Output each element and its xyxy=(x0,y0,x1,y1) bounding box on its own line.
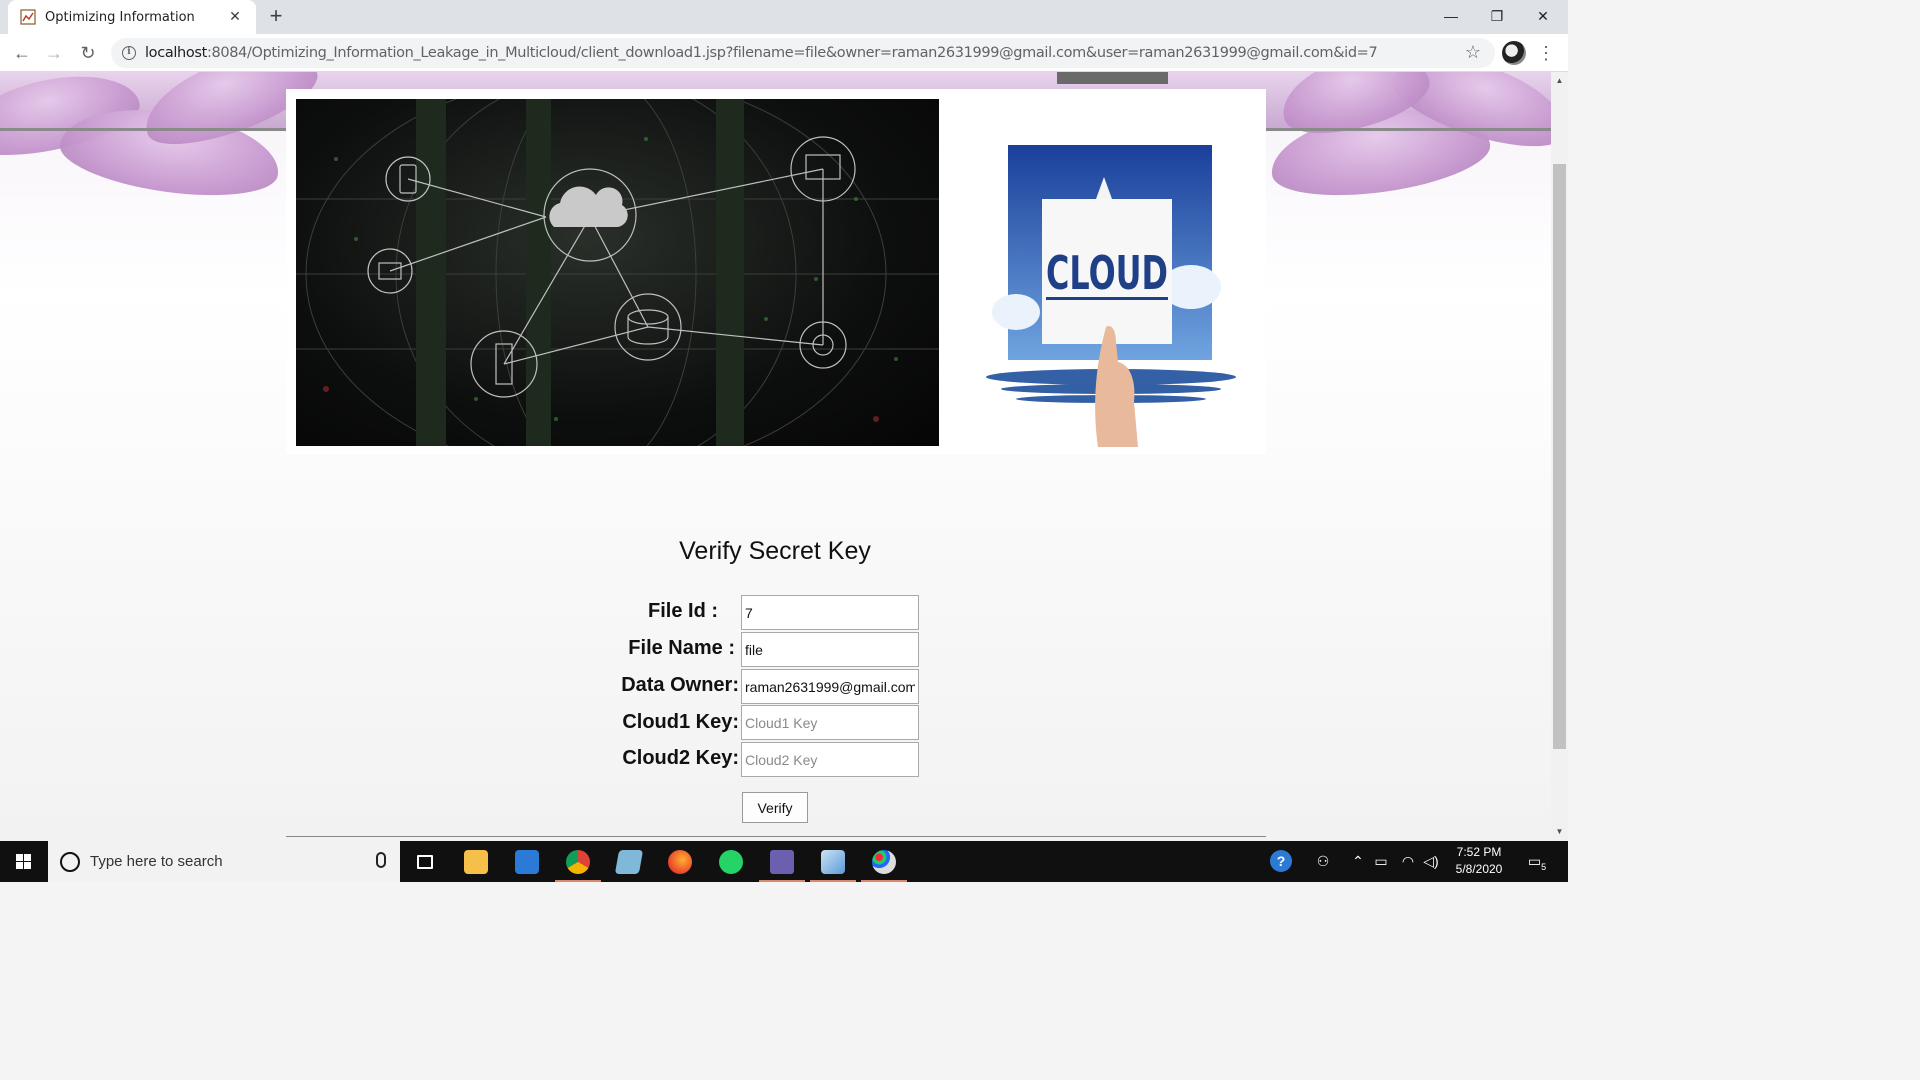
file-name-field[interactable] xyxy=(741,632,919,667)
cloud-sign-text: CLOUD xyxy=(1046,246,1168,300)
cloud-sign-illustration: CLOUD xyxy=(986,145,1236,447)
microphone-icon[interactable] xyxy=(376,852,386,868)
site-favicon-icon xyxy=(20,9,36,25)
help-icon[interactable]: ? xyxy=(1267,841,1295,882)
scroll-up-arrow-icon[interactable]: ▲ xyxy=(1551,74,1568,88)
data-owner-label: Data Owner: xyxy=(621,674,739,696)
notification-icon: ▭ xyxy=(1527,853,1542,869)
taskbar-search-box[interactable]: Type here to search xyxy=(48,841,400,882)
profile-avatar[interactable] xyxy=(1502,41,1526,65)
data-owner-field[interactable] xyxy=(741,669,919,704)
footer-divider xyxy=(286,836,1266,837)
action-center-button[interactable]: ▭5 xyxy=(1522,841,1552,882)
package-app-button[interactable] xyxy=(808,841,858,882)
verify-button[interactable]: Verify xyxy=(742,792,808,823)
banner: CLOUD xyxy=(286,89,1266,454)
cloud2-key-label: Cloud2 Key: xyxy=(622,747,739,769)
file-name-label: File Name : xyxy=(628,637,735,659)
windows-taskbar: Type here to search ? ⚇ ⌃ ▭ ◠ ◁) 7:52 PM… xyxy=(0,841,1568,882)
mail-icon xyxy=(515,849,539,874)
netbeans-icon xyxy=(770,849,794,874)
firefox-button[interactable] xyxy=(655,841,705,882)
new-tab-button[interactable]: + xyxy=(264,5,288,29)
cortana-icon xyxy=(60,852,80,872)
paint-button[interactable] xyxy=(859,841,909,882)
clock-date: 5/8/2020 xyxy=(1455,862,1503,876)
nav-tab-strip xyxy=(1057,72,1168,84)
task-view-icon xyxy=(417,854,433,869)
site-info-icon[interactable]: i xyxy=(122,46,136,60)
clock-time: 7:52 PM xyxy=(1456,845,1502,859)
task-view-button[interactable] xyxy=(400,841,450,882)
whatsapp-icon xyxy=(719,849,743,874)
close-window-button[interactable]: ✕ xyxy=(1520,0,1566,34)
bookmark-star-icon[interactable]: ☆ xyxy=(1465,42,1481,63)
minimize-button[interactable]: — xyxy=(1428,0,1474,34)
mail-button[interactable] xyxy=(502,841,552,882)
file-id-field[interactable] xyxy=(741,595,919,630)
browser-menu-icon[interactable]: ⋮ xyxy=(1537,41,1555,65)
chrome-button[interactable] xyxy=(553,841,603,882)
folder-icon xyxy=(464,849,488,874)
url-text[interactable]: localhost:8084/Optimizing_Information_Le… xyxy=(145,45,1378,61)
people-icon[interactable]: ⚇ xyxy=(1310,841,1336,882)
tab-title: Optimizing Information xyxy=(45,10,195,25)
file-explorer-button[interactable] xyxy=(451,841,501,882)
notepad-button[interactable] xyxy=(604,841,654,882)
windows-logo-icon xyxy=(16,854,31,869)
taskbar-clock[interactable]: 7:52 PM 5/8/2020 xyxy=(1440,844,1518,878)
cloud-sign-image: CLOUD xyxy=(986,137,1236,447)
chrome-icon xyxy=(566,849,590,874)
wifi-icon[interactable]: ◠ xyxy=(1396,841,1420,882)
cloud1-key-field[interactable] xyxy=(741,705,919,740)
page-scrollbar[interactable]: ▲ ▼ xyxy=(1551,72,1568,841)
form-title: Verify Secret Key xyxy=(679,537,871,565)
network-banner-image xyxy=(296,99,939,446)
scroll-down-arrow-icon[interactable]: ▼ xyxy=(1551,825,1568,839)
scrollbar-thumb[interactable] xyxy=(1553,164,1566,749)
browser-tab[interactable]: Optimizing Information ✕ xyxy=(8,0,256,34)
file-id-label: File Id : xyxy=(648,600,718,622)
battery-icon[interactable]: ▭ xyxy=(1370,841,1392,882)
firefox-icon xyxy=(668,849,692,874)
taskbar-search-placeholder: Type here to search xyxy=(90,853,223,870)
paint-palette-icon xyxy=(872,849,896,874)
whatsapp-button[interactable] xyxy=(706,841,756,882)
cloud2-key-field[interactable] xyxy=(741,742,919,777)
address-bar[interactable]: i localhost:8084/Optimizing_Information_… xyxy=(111,38,1495,68)
volume-icon[interactable]: ◁) xyxy=(1420,841,1442,882)
browser-toolbar: ← → ↻ i localhost:8084/Optimizing_Inform… xyxy=(0,34,1568,72)
netbeans-button[interactable] xyxy=(757,841,807,882)
show-hidden-icons-chevron-icon[interactable]: ⌃ xyxy=(1348,841,1368,882)
notepad-icon xyxy=(614,849,644,874)
windows-start-button[interactable] xyxy=(0,841,48,882)
notification-count: 5 xyxy=(1541,861,1547,872)
forward-arrow-icon[interactable]: → xyxy=(42,41,66,65)
page-viewport: CLOUD Verify Secret Key File Id : File N… xyxy=(0,72,1551,841)
browser-tab-strip: Optimizing Information ✕ + — ❐ ✕ xyxy=(0,0,1568,34)
cloud1-key-label: Cloud1 Key: xyxy=(622,711,739,733)
restore-button[interactable]: ❐ xyxy=(1474,0,1520,34)
cloud-network-illustration xyxy=(296,99,939,446)
reload-icon[interactable]: ↻ xyxy=(76,41,100,65)
back-arrow-icon[interactable]: ← xyxy=(10,41,34,65)
tab-close-icon[interactable]: ✕ xyxy=(226,7,244,25)
cube-icon xyxy=(821,849,845,874)
